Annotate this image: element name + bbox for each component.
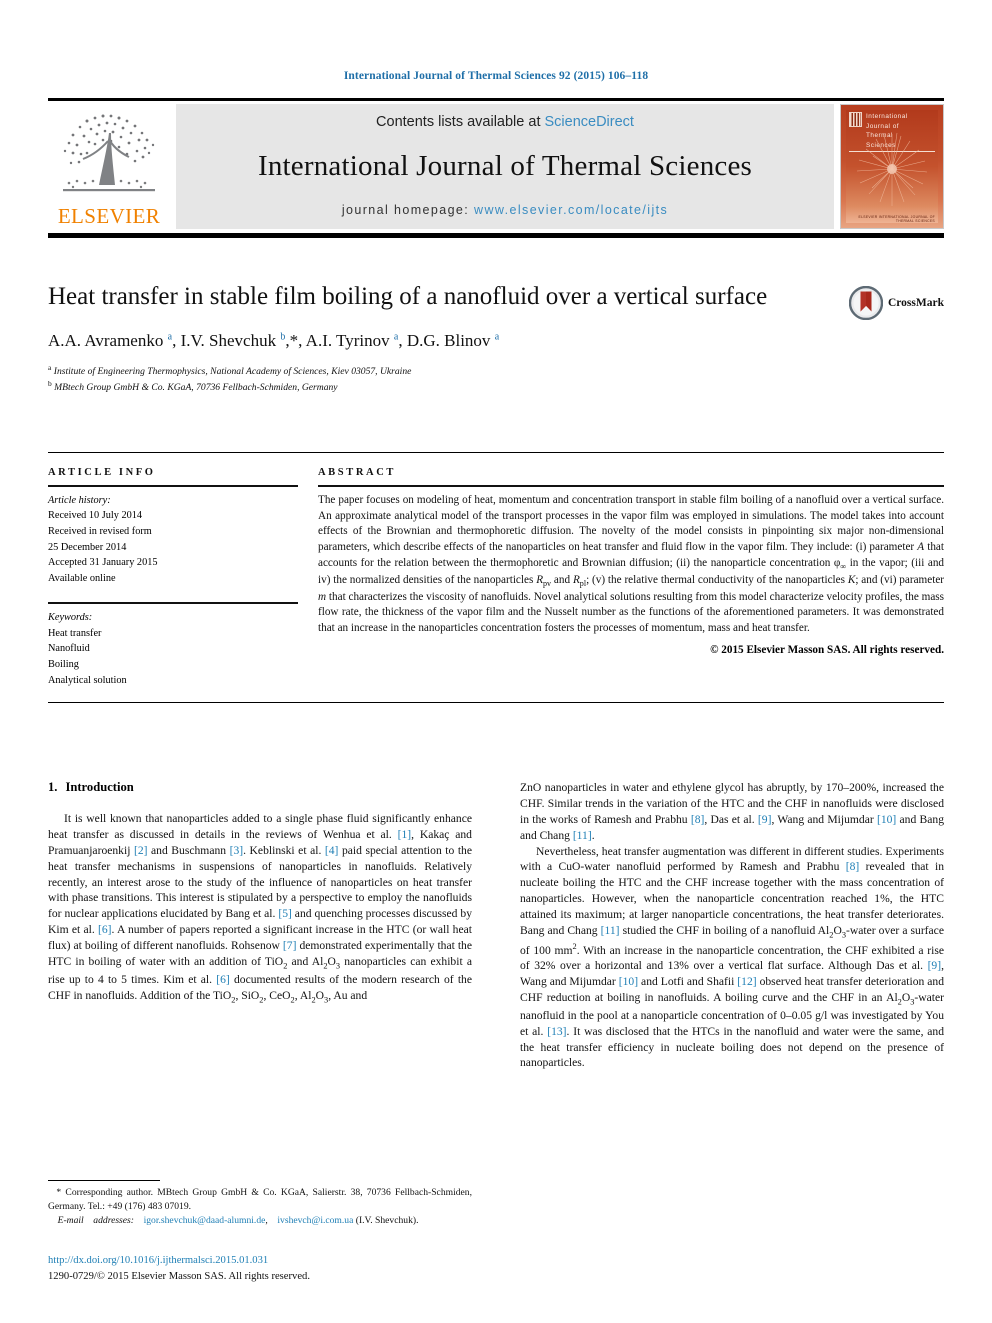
masthead-top-rule [48,98,944,101]
article-history-line: 25 December 2014 [48,541,127,553]
band-bottom-rule [48,702,944,704]
affiliation-marker-a: a [48,362,52,372]
affiliation-text-b: MBtech Group GmbH & Co. KGaA, 70736 Fell… [54,381,338,393]
article-info-column: ARTICLE INFO Article history: Received 1… [48,467,298,688]
contents-prefix: Contents lists available at [376,114,545,130]
keyword-item: Heat transfer [48,627,102,639]
section-title: Introduction [65,780,134,794]
article-history-line: Available online [48,572,116,584]
title-block: Heat transfer in stable film boiling of … [48,282,944,395]
masthead-bottom-rule [48,233,944,238]
homepage-prefix: journal homepage: [341,203,475,217]
doi-block: http://dx.doi.org/10.1016/j.ijthermalsci… [48,1253,472,1285]
body-left-column: 1. Introduction It is well known that nan… [48,780,472,1071]
footnote-email-addresses: E-mail addresses: igor.shevchuk@daad-alu… [57,1215,419,1227]
abstract-column: ABSTRACT The paper focuses on modeling o… [318,467,944,688]
elsevier-tree-icon [63,114,155,192]
elsevier-wordmark: ELSEVIER [57,204,161,228]
contents-available-line: Contents lists available at ScienceDirec… [376,114,634,130]
journal-title: International Journal of Thermal Science… [257,150,753,182]
running-head: International Journal of Thermal Science… [343,70,649,82]
body-right-column: ZnO nanoparticles in water and ethylene … [520,780,944,1071]
section-heading-introduction: 1. Introduction [48,780,472,795]
body-columns: 1. Introduction It is well known that nan… [48,780,944,1071]
cover-title-line-0: International [866,113,908,120]
band-top-rule [48,452,944,453]
affiliation-b: b MBtech Group GmbH & Co. KGaA, 70736 Fe… [48,379,944,395]
crossmark-badge[interactable]: CrossMark [848,286,944,320]
body-paragraph: It is well known that nanoparticles adde… [48,812,472,1004]
keywords-block: Keywords: Heat transfer Nanofluid Boilin… [48,610,298,688]
sciencedirect-link[interactable]: ScienceDirect [545,114,634,130]
band-column-gap [298,467,318,688]
journal-homepage-line: journal homepage: www.elsevier.com/locat… [342,203,668,217]
page-title: Heat transfer in stable film boiling of … [48,283,768,310]
cover-footer-text: ELSEVIER INTERNATIONAL JOURNAL OF THERMA… [858,215,935,223]
abstract-rule [318,485,944,487]
body-paragraph: ZnO nanoparticles in water and ethylene … [520,781,944,842]
footnote-rule [48,1180,160,1181]
abstract-text: The paper focuses on modeling of heat, m… [318,493,945,635]
affiliation-text-a: Institute of Engineering Thermophysics, … [53,365,412,377]
info-abstract-band: ARTICLE INFO Article history: Received 1… [48,452,944,704]
affiliations: a Institute of Engineering Thermophysics… [48,363,944,395]
elsevier-logo: ELSEVIER [48,104,170,229]
keywords-label: Keywords: [48,612,93,624]
crossmark-label: CrossMark [887,297,944,309]
journal-masthead: ELSEVIER Contents lists available at Sci… [48,98,944,238]
paper-page: International Journal of Thermal Science… [0,0,992,1323]
keyword-item: Analytical solution [48,674,127,686]
cover-burst-graphic-icon [856,132,928,206]
issn-copyright-line: 1290-0729/© 2015 Elsevier Masson SAS. Al… [48,1270,310,1282]
author-list: A.A. Avramenko a, I.V. Shevchuk b,*, A.I… [48,330,500,350]
article-history-line: Received in revised form [48,525,152,537]
abstract-copyright: © 2015 Elsevier Masson SAS. All rights r… [710,644,944,657]
body-paragraph: Nevertheless, heat transfer augmentation… [520,844,944,1070]
footnote-corresponding-author: * Corresponding author. MBtech Group Gmb… [48,1187,472,1212]
doi-link[interactable]: http://dx.doi.org/10.1016/j.ijthermalsci… [48,1253,472,1269]
cover-footer: ELSEVIER INTERNATIONAL JOURNAL OF THERMA… [849,215,935,223]
section-number: 1. [48,780,58,794]
homepage-url-link[interactable]: www.elsevier.com/locate/ijts [474,203,668,217]
keywords-rule [48,602,298,605]
corresponding-author-footnote: * Corresponding author. MBtech Group Gmb… [48,1180,472,1228]
article-info-rule [48,485,298,487]
article-history-label: Article history: [48,494,111,506]
keyword-item: Boiling [48,658,79,670]
masthead-center: Contents lists available at ScienceDirec… [176,104,834,229]
crossmark-icon [848,286,883,320]
affiliation-marker-b: b [48,378,52,388]
keyword-item: Nanofluid [48,643,90,655]
abstract-heading: ABSTRACT [318,467,396,478]
cover-publisher-mark-icon [849,112,862,127]
affiliation-a: a Institute of Engineering Thermophysics… [48,363,944,379]
article-info-heading: ARTICLE INFO [48,467,156,478]
journal-cover-thumbnail: International Journal of Thermal Science… [840,104,944,229]
body-column-gap [472,780,520,1071]
article-history-line: Received 10 July 2014 [48,510,143,522]
article-history-line: Accepted 31 January 2015 [48,557,158,569]
